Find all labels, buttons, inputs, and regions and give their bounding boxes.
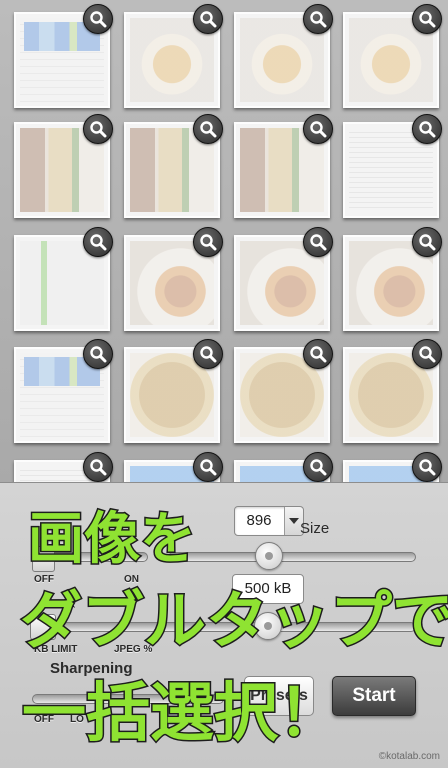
credit-text: ©kotalab.com [378,751,440,762]
magnifier-icon[interactable] [193,227,223,257]
magnifier-icon[interactable] [193,114,223,144]
magnifier-icon[interactable] [83,114,113,144]
size-slider-knob[interactable] [255,542,283,570]
size-label: Size [300,520,330,537]
magnifier-icon[interactable] [193,339,223,369]
magnifier-icon[interactable] [83,452,113,482]
size-slider-track[interactable] [168,552,416,562]
start-button[interactable]: Start [332,676,416,716]
magnifier-icon[interactable] [412,339,442,369]
magnifier-icon[interactable] [83,339,113,369]
magnifier-icon[interactable] [193,4,223,34]
magnifier-icon[interactable] [83,227,113,257]
caption-line-3: 一括選択！ [21,676,344,753]
magnifier-icon[interactable] [303,452,333,482]
magnifier-icon[interactable] [412,4,442,34]
caption-line-1: 画像を [27,506,198,574]
magnifier-icon[interactable] [303,4,333,34]
size-dropdown[interactable]: 896 [234,506,304,536]
magnifier-icon[interactable] [412,114,442,144]
magnifier-icon[interactable] [412,227,442,257]
magnifier-icon[interactable] [303,114,333,144]
caption-line-2: ダブルタップで [18,583,448,659]
magnifier-icon[interactable] [193,452,223,482]
magnifier-icon[interactable] [83,4,113,34]
magnifier-icon[interactable] [303,227,333,257]
magnifier-icon[interactable] [303,339,333,369]
size-value: 896 [246,512,272,529]
photo-grid [0,0,448,482]
magnifier-icon[interactable] [412,452,442,482]
